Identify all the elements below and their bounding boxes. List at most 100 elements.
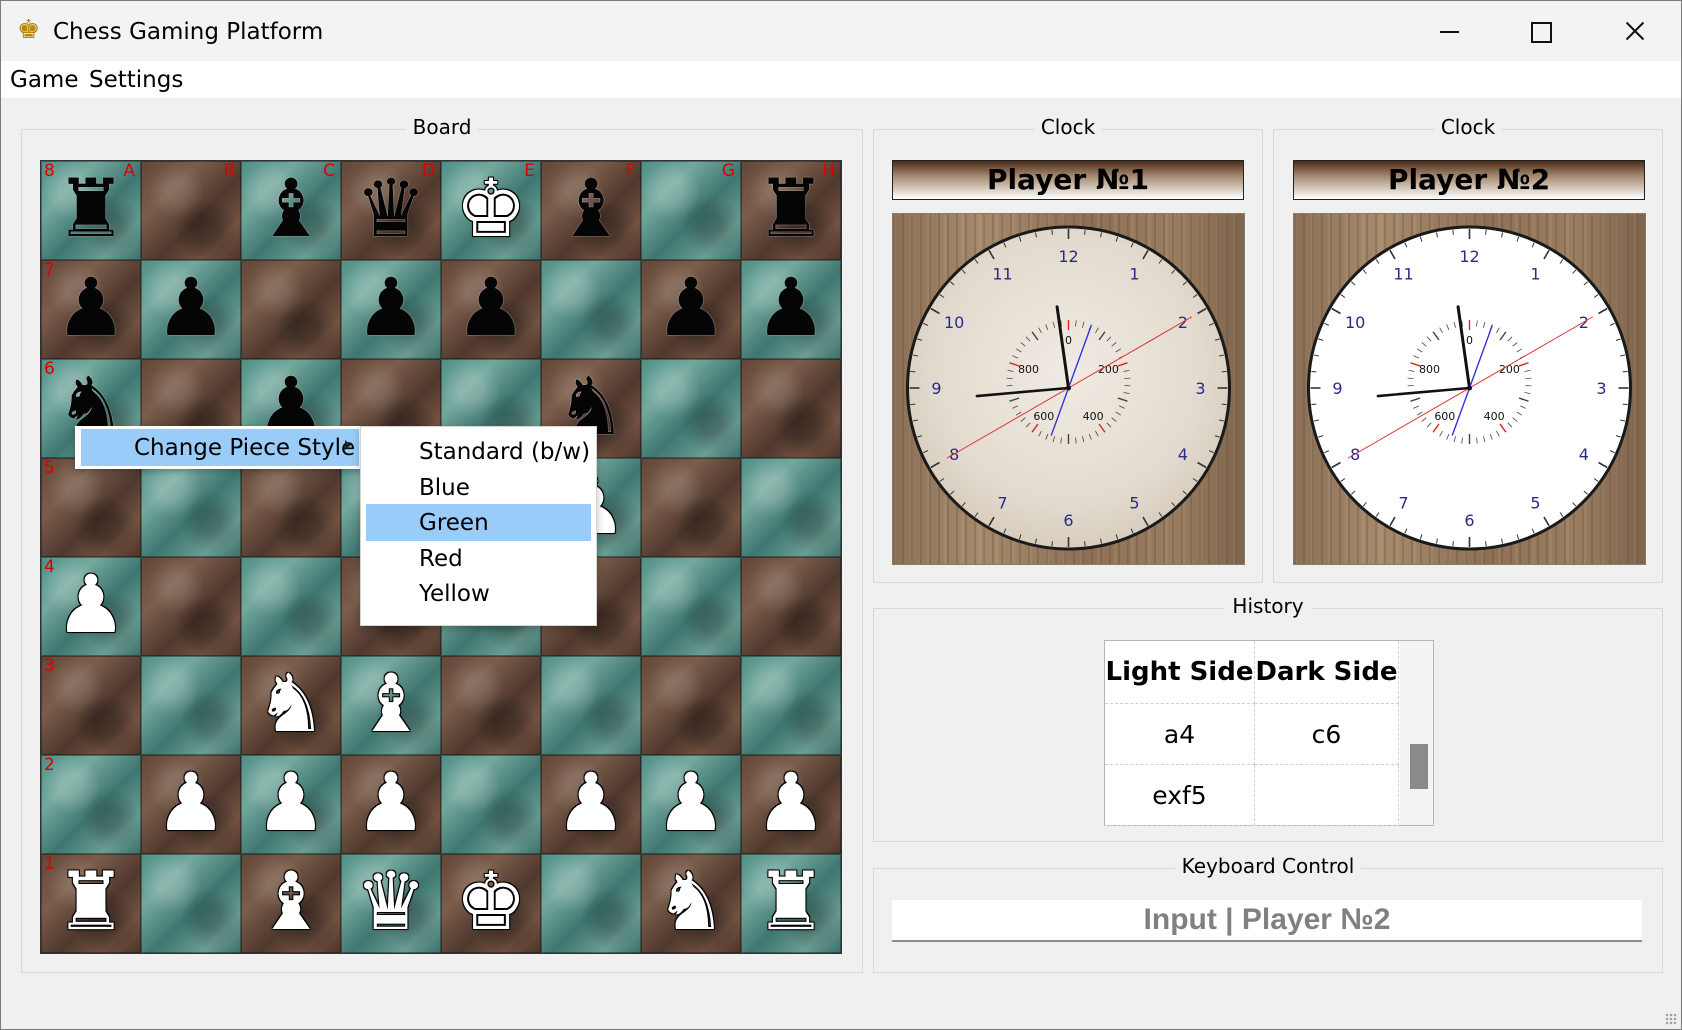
square-c4[interactable]: [241, 557, 341, 656]
white-pawn-icon[interactable]: ♟: [141, 755, 241, 854]
square-b7[interactable]: ♟: [141, 260, 241, 359]
square-a4[interactable]: 4 ♟: [41, 557, 141, 656]
square-c3[interactable]: ♞: [241, 656, 341, 755]
piece-style-option[interactable]: Standard (b/w): [366, 433, 591, 470]
square-b3[interactable]: [141, 656, 241, 755]
square-d3[interactable]: ♝: [341, 656, 441, 755]
move-cell[interactable]: a4: [1105, 703, 1255, 765]
piece-style-option[interactable]: Yellow: [366, 575, 591, 612]
square-e7[interactable]: ♟: [441, 260, 541, 359]
minimize-button[interactable]: [1403, 1, 1493, 61]
resize-grip-icon[interactable]: [1665, 1013, 1677, 1025]
white-pawn-icon[interactable]: ♟: [41, 557, 141, 656]
square-c8[interactable]: C ♝: [241, 161, 341, 260]
white-bishop-icon[interactable]: ♝: [241, 854, 341, 953]
white-knight-icon[interactable]: ♞: [641, 854, 741, 953]
square-b8[interactable]: B: [141, 161, 241, 260]
square-a8[interactable]: 8 A ♜: [41, 161, 141, 260]
white-pawn-icon[interactable]: ♟: [741, 755, 841, 854]
black-rook-icon[interactable]: ♜: [741, 161, 841, 260]
white-pawn-icon[interactable]: ♟: [341, 755, 441, 854]
square-g4[interactable]: [641, 557, 741, 656]
square-g3[interactable]: [641, 656, 741, 755]
square-a2[interactable]: 2: [41, 755, 141, 854]
square-g2[interactable]: ♟: [641, 755, 741, 854]
square-a1[interactable]: 1 ♜: [41, 854, 141, 953]
square-a3[interactable]: 3: [41, 656, 141, 755]
square-f8[interactable]: F ♝: [541, 161, 641, 260]
square-e3[interactable]: [441, 656, 541, 755]
square-g8[interactable]: G: [641, 161, 741, 260]
square-h8[interactable]: H ♜: [741, 161, 841, 260]
square-c1[interactable]: ♝: [241, 854, 341, 953]
piece-style-option[interactable]: Red: [366, 540, 591, 577]
black-pawn-icon[interactable]: ♟: [441, 260, 541, 359]
square-h3[interactable]: [741, 656, 841, 755]
black-pawn-icon[interactable]: ♟: [341, 260, 441, 359]
square-d2[interactable]: ♟: [341, 755, 441, 854]
white-rook-icon[interactable]: ♜: [741, 854, 841, 953]
menu-game[interactable]: Game: [10, 65, 78, 95]
square-b5[interactable]: [141, 458, 241, 557]
table-row[interactable]: exf5: [1105, 764, 1400, 826]
square-g7[interactable]: ♟: [641, 260, 741, 359]
square-e8[interactable]: E ♚: [441, 161, 541, 260]
white-pawn-icon[interactable]: ♟: [641, 755, 741, 854]
black-bishop-icon[interactable]: ♝: [241, 161, 341, 260]
black-rook-icon[interactable]: ♜: [41, 161, 141, 260]
history-scrollbar[interactable]: [1400, 641, 1433, 825]
white-king-icon[interactable]: ♚: [441, 854, 541, 953]
square-h5[interactable]: [741, 458, 841, 557]
menu-settings[interactable]: Settings: [89, 65, 183, 95]
square-h7[interactable]: ♟: [741, 260, 841, 359]
column-header-dark[interactable]: Dark Side: [1254, 641, 1400, 704]
square-c5[interactable]: [241, 458, 341, 557]
square-b2[interactable]: ♟: [141, 755, 241, 854]
square-f1[interactable]: [541, 854, 641, 953]
square-g6[interactable]: [641, 359, 741, 458]
black-pawn-icon[interactable]: ♟: [41, 260, 141, 359]
black-bishop-icon[interactable]: ♝: [541, 161, 641, 260]
piece-style-option[interactable]: Blue: [366, 469, 591, 506]
square-c2[interactable]: ♟: [241, 755, 341, 854]
move-cell[interactable]: c6: [1254, 703, 1400, 765]
square-e2[interactable]: [441, 755, 541, 854]
square-d1[interactable]: ♛: [341, 854, 441, 953]
change-piece-style-item[interactable]: Change Piece Style: [81, 429, 359, 466]
square-h2[interactable]: ♟: [741, 755, 841, 854]
square-h4[interactable]: [741, 557, 841, 656]
square-a7[interactable]: 7 ♟: [41, 260, 141, 359]
square-d8[interactable]: D ♛: [341, 161, 441, 260]
square-f3[interactable]: [541, 656, 641, 755]
table-row[interactable]: a4 c6: [1105, 703, 1400, 765]
black-pawn-icon[interactable]: ♟: [641, 260, 741, 359]
keyboard-input[interactable]: Input | Player №2: [892, 900, 1642, 942]
black-pawn-icon[interactable]: ♟: [141, 260, 241, 359]
history-table[interactable]: Light Side Dark Side a4 c6 exf5: [1104, 640, 1434, 826]
maximize-button[interactable]: [1495, 1, 1585, 61]
square-b1[interactable]: [141, 854, 241, 953]
square-b4[interactable]: [141, 557, 241, 656]
white-queen-icon[interactable]: ♛: [341, 854, 441, 953]
white-king-icon[interactable]: ♚: [441, 161, 541, 260]
square-h6[interactable]: [741, 359, 841, 458]
square-e1[interactable]: ♚: [441, 854, 541, 953]
square-g1[interactable]: ♞: [641, 854, 741, 953]
square-d7[interactable]: ♟: [341, 260, 441, 359]
square-a5[interactable]: 5: [41, 458, 141, 557]
move-cell[interactable]: exf5: [1105, 764, 1255, 826]
close-button[interactable]: [1589, 1, 1679, 61]
square-c7[interactable]: [241, 260, 341, 359]
move-cell[interactable]: [1254, 764, 1400, 826]
black-queen-icon[interactable]: ♛: [341, 161, 441, 260]
scrollbar-thumb[interactable]: [1410, 744, 1428, 789]
white-knight-icon[interactable]: ♞: [241, 656, 341, 755]
white-pawn-icon[interactable]: ♟: [541, 755, 641, 854]
black-pawn-icon[interactable]: ♟: [741, 260, 841, 359]
square-f2[interactable]: ♟: [541, 755, 641, 854]
square-g5[interactable]: [641, 458, 741, 557]
white-pawn-icon[interactable]: ♟: [241, 755, 341, 854]
piece-style-option[interactable]: Green: [366, 504, 591, 541]
white-rook-icon[interactable]: ♜: [41, 854, 141, 953]
column-header-light[interactable]: Light Side: [1105, 641, 1255, 704]
